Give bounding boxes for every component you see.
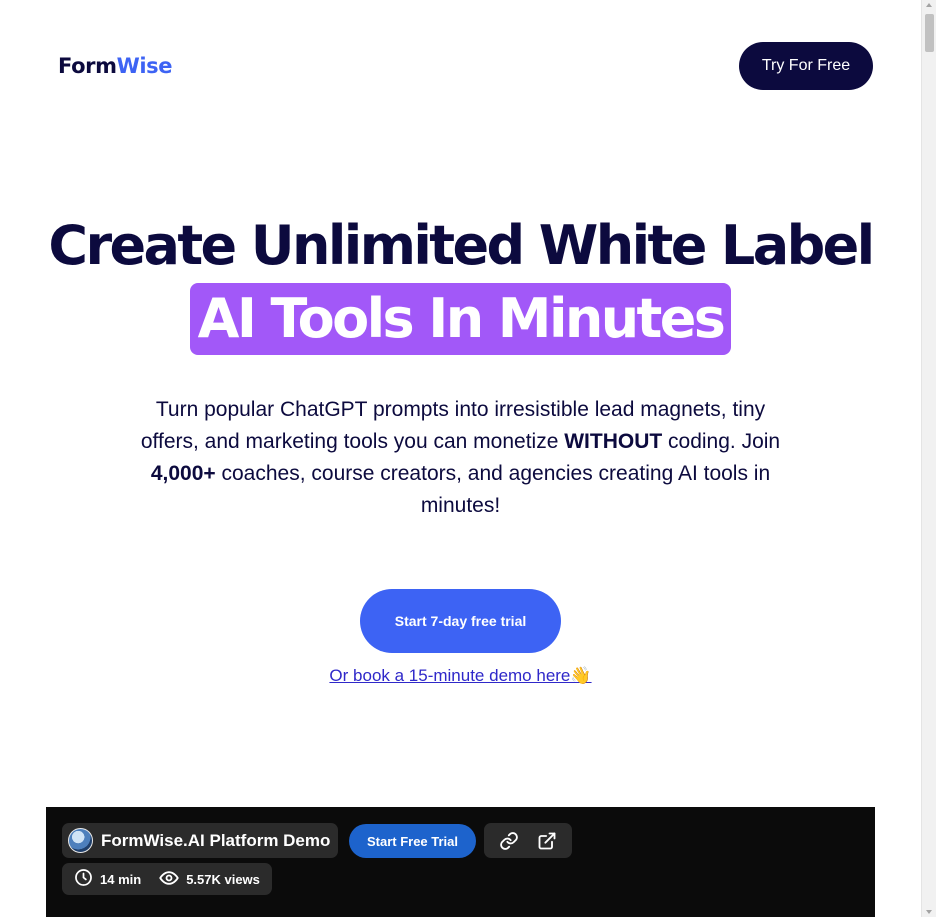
video-start-free-trial-button[interactable]: Start Free Trial [349, 824, 476, 858]
link-icon[interactable] [499, 831, 519, 851]
video-title-chip[interactable]: FormWise.AI Platform Demo [62, 823, 339, 858]
start-free-trial-button[interactable]: Start 7-day free trial [360, 589, 561, 653]
try-for-free-button[interactable]: Try For Free [739, 42, 873, 90]
video-share-controls [484, 823, 572, 858]
video-meta-chip: 14 min 5.57K views [62, 863, 272, 895]
clock-icon [74, 868, 93, 890]
sub-bold-count: 4,000+ [150, 462, 216, 485]
sub-text-2: coding. Join [662, 430, 781, 453]
scroll-down-arrow-icon[interactable] [926, 910, 932, 914]
headline-highlight: AI Tools In Minutes [189, 283, 732, 355]
duration-text: 14 min [100, 871, 142, 887]
page-scrollbar[interactable] [921, 0, 936, 917]
video-embed[interactable]: FormWise.AI Platform Demo Start Free Tri… [46, 807, 875, 917]
hero-headline: Create Unlimited White Label AI Tools In… [0, 212, 921, 355]
scroll-up-arrow-icon[interactable] [926, 3, 932, 7]
headline-line-2: AI Tools In Minutes [0, 283, 921, 355]
headline-line-1: Create Unlimited White Label [48, 214, 875, 277]
video-title: FormWise.AI Platform Demo [101, 830, 331, 850]
eye-icon [159, 868, 179, 891]
scrollbar-thumb[interactable] [925, 14, 934, 52]
channel-avatar [68, 828, 93, 853]
sub-text-3: coaches, course creators, and agencies c… [215, 462, 771, 517]
external-link-icon[interactable] [537, 831, 557, 851]
video-views: 5.57K views [159, 868, 260, 891]
sub-bold-without: WITHOUT [564, 430, 663, 453]
logo-text-form: Form [58, 54, 117, 78]
book-demo-link[interactable]: Or book a 15-minute demo here👋 [0, 666, 921, 686]
logo-text-wise: Wise [116, 54, 173, 78]
hero-subheading: Turn popular ChatGPT prompts into irresi… [130, 394, 791, 522]
formwise-logo[interactable]: Form Wise [58, 53, 172, 79]
video-duration: 14 min [74, 868, 141, 890]
views-text: 5.57K views [186, 871, 260, 887]
